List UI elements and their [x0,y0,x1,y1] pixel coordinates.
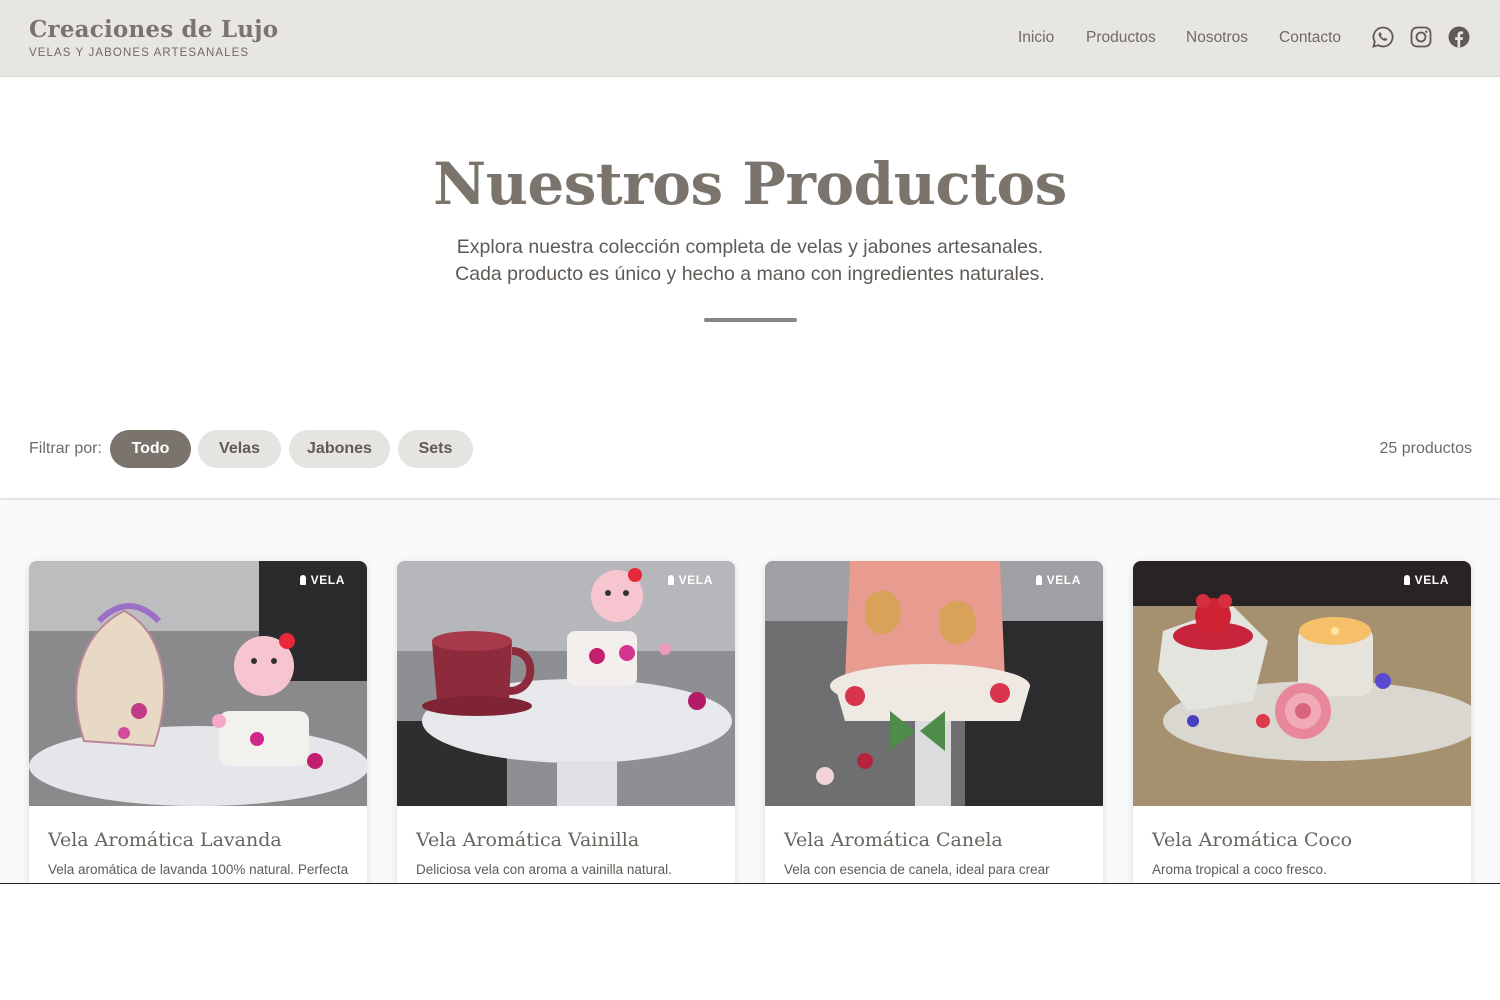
product-image[interactable] [765,561,1103,806]
nav-item-contacto[interactable]: Contacto [1279,28,1341,48]
brand-title[interactable]: Creaciones de Lujo [29,16,278,44]
brand[interactable]: Creaciones de Lujo VELAS Y JABONES ARTES… [29,16,278,59]
product-title[interactable]: Vela Aromática Canela [784,829,1003,851]
filter-todo-button[interactable]: Todo [110,430,191,468]
badge-label: VELA [310,573,345,587]
instagram-icon[interactable] [1409,25,1433,49]
nav-link-inicio[interactable]: Inicio [1018,29,1054,47]
nav-link-contacto[interactable]: Contacto [1279,29,1341,47]
nav-item-productos[interactable]: Productos [1086,28,1156,48]
filter-jabones-button[interactable]: Jabones [289,430,390,468]
badge-label: VELA [1046,573,1081,587]
product-card[interactable]: VELA Vela Aromática Coco Aroma tropical … [1133,561,1471,883]
page-description: Explora nuestra colección completa de ve… [455,236,1045,285]
candle-icon [1035,575,1042,585]
filter-velas-button[interactable]: Velas [198,430,281,468]
product-description: Vela con esencia de canela, ideal para c… [784,862,1050,877]
category-badge: VELA [667,573,713,587]
product-title[interactable]: Vela Aromática Lavanda [48,829,282,851]
badge-label: VELA [678,573,713,587]
product-description: Aroma tropical a coco fresco. [1152,862,1327,877]
product-image[interactable] [397,561,735,806]
nav-item-nosotros[interactable]: Nosotros [1186,28,1248,48]
product-image[interactable] [1133,561,1471,806]
candle-icon [1403,575,1410,585]
product-card[interactable]: VELA Vela Aromática Vainilla Deliciosa v… [397,561,735,883]
facebook-icon[interactable] [1447,25,1471,49]
nav-link-productos[interactable]: Productos [1086,29,1156,47]
social-links [1371,25,1471,49]
category-badge: VELA [299,573,345,587]
whatsapp-icon[interactable] [1371,25,1395,49]
filter-sets-button[interactable]: Sets [398,430,473,468]
product-card[interactable]: VELA Vela Aromática Canela Vela con esen… [765,561,1103,883]
title-underline [704,318,797,322]
filter-label: Filtrar por: [29,440,102,457]
product-count: 25 productos [1379,440,1472,457]
product-title[interactable]: Vela Aromática Coco [1152,829,1352,851]
product-title[interactable]: Vela Aromática Vainilla [416,829,639,851]
blank-area [0,884,1500,1000]
candle-icon [667,575,674,585]
category-badge: VELA [1403,573,1449,587]
badge-label: VELA [1414,573,1449,587]
product-card[interactable]: VELA Vela Aromática Lavanda Vela aromáti… [29,561,367,883]
product-description: Vela aromática de lavanda 100% natural. … [48,862,349,877]
brand-subtitle: VELAS Y JABONES ARTESANALES [29,47,250,59]
category-badge: VELA [1035,573,1081,587]
product-description: Deliciosa vela con aroma a vainilla natu… [416,862,672,877]
candle-icon [299,575,306,585]
page-title: Nuestros Productos [433,150,1067,218]
nav-item-inicio[interactable]: Inicio [1018,28,1054,48]
nav-link-nosotros[interactable]: Nosotros [1186,29,1248,47]
product-image[interactable] [29,561,367,806]
site-header: Creaciones de Lujo VELAS Y JABONES ARTES… [0,0,1500,77]
